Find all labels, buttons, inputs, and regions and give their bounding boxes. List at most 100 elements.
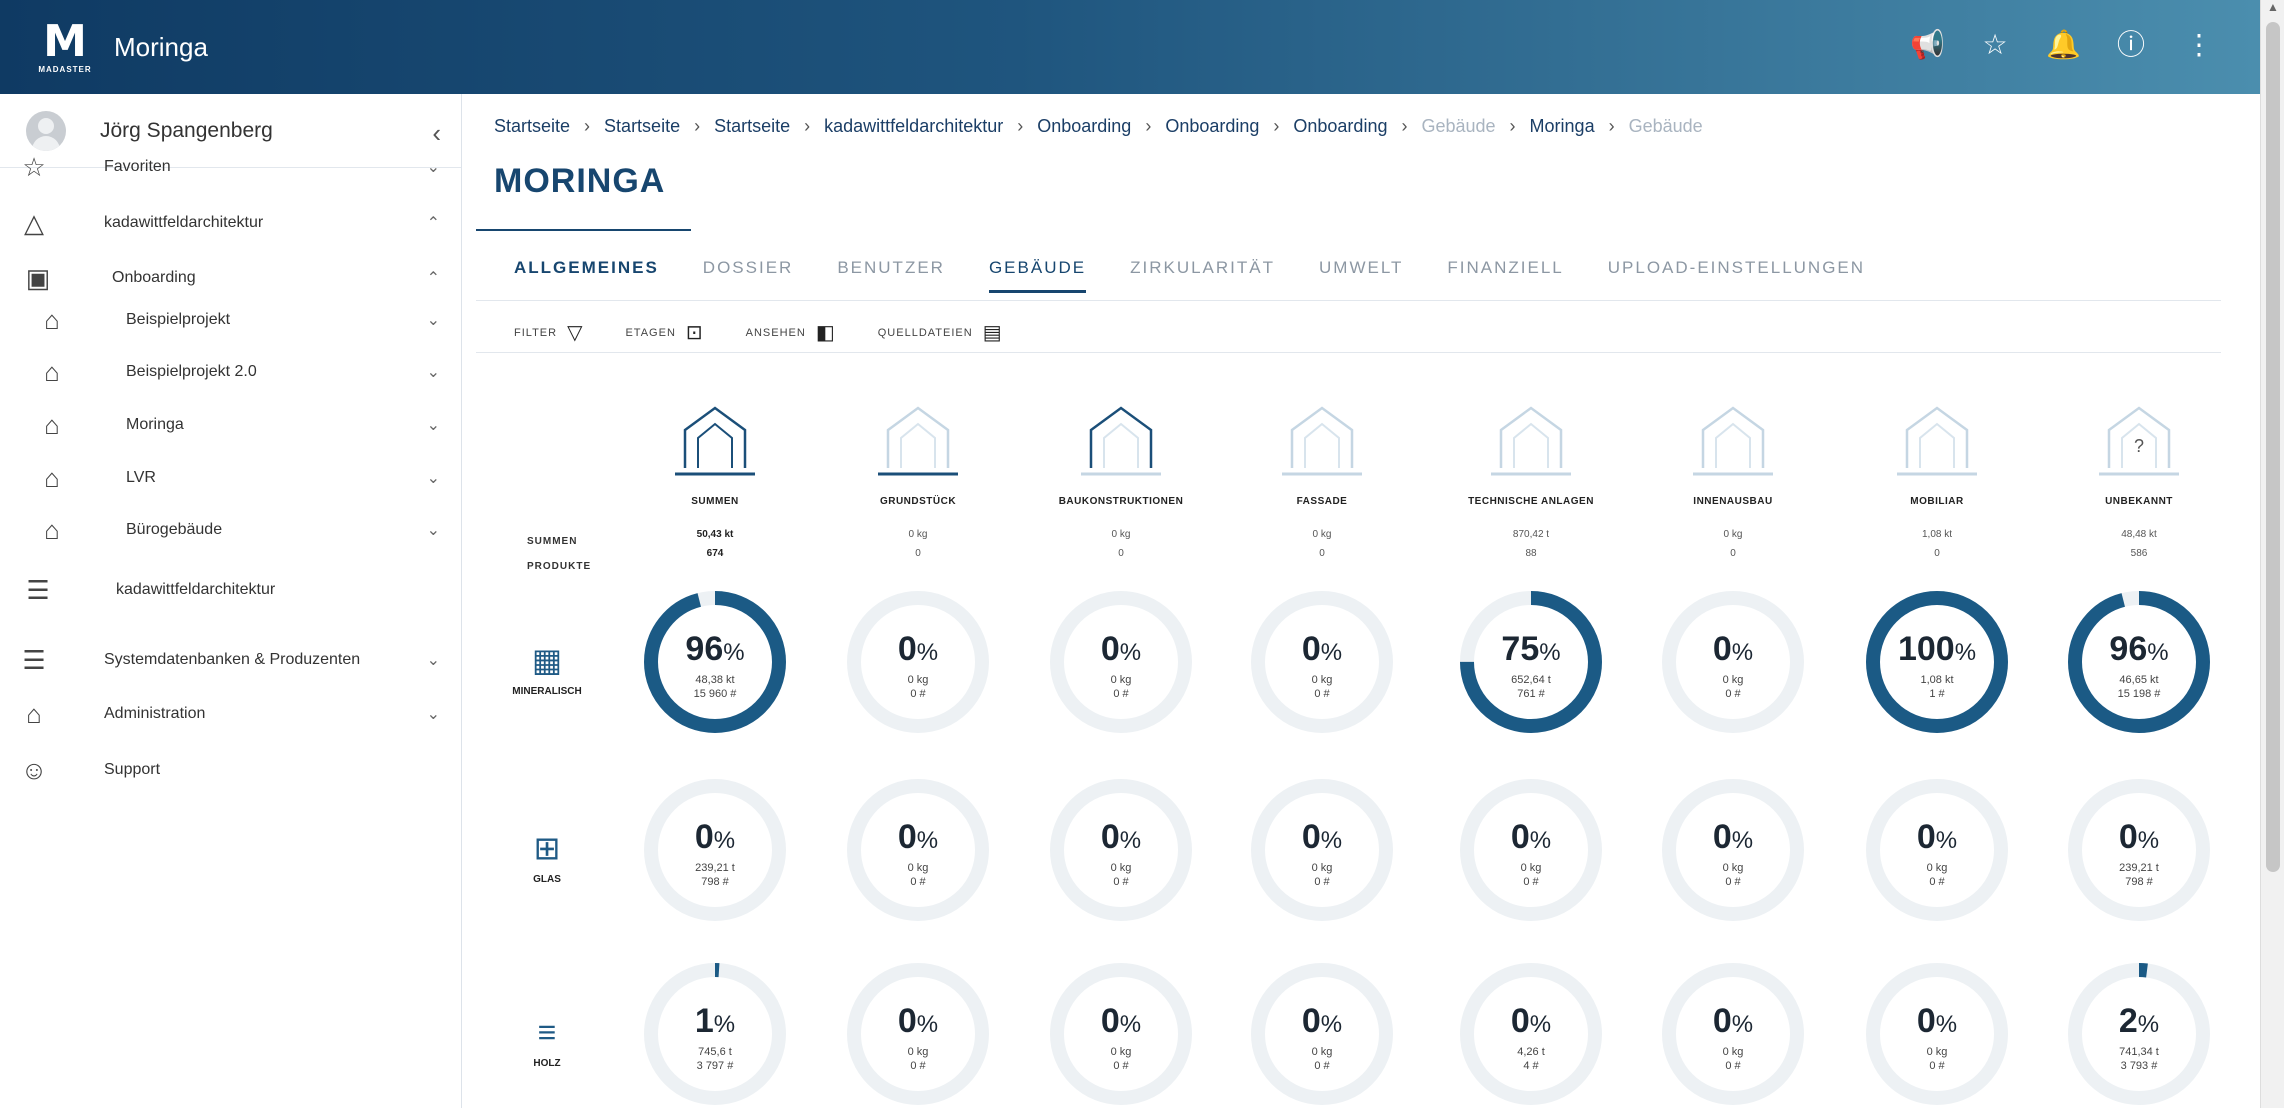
- scroll-thumb[interactable]: [2266, 22, 2280, 872]
- category-column[interactable]: BAUKONSTRUKTIONEN 0 kg 0: [1031, 400, 1211, 559]
- material-ring[interactable]: 0% 0 kg 0 #: [1250, 590, 1394, 734]
- toolbar-button[interactable]: QUELLDATEIEN ▤: [878, 320, 1003, 345]
- breadcrumb-link[interactable]: Onboarding: [1293, 116, 1387, 136]
- chevron-down-icon[interactable]: ⌄: [427, 704, 440, 724]
- breadcrumb-separator-icon: ›: [584, 116, 591, 136]
- material-ring[interactable]: 0% 0 kg 0 #: [1459, 778, 1603, 922]
- ring-weight: 0 kg: [907, 1046, 929, 1058]
- toolbar-button[interactable]: ETAGEN ⊡: [625, 320, 703, 345]
- material-ring[interactable]: 0% 239,21 t 798 #: [643, 778, 787, 922]
- bell-icon[interactable]: 🔔: [2046, 28, 2081, 62]
- sidebar-item[interactable]: △ kadawittfeldarchitektur ⌃: [0, 195, 462, 251]
- material-ring[interactable]: 0% 0 kg 0 #: [1049, 962, 1193, 1106]
- tab-8[interactable]: UPLOAD-EINSTELLUNGEN: [1608, 258, 1865, 293]
- chevron-down-icon[interactable]: ⌄: [427, 650, 440, 670]
- ring-percent: 0%: [1661, 818, 1805, 857]
- material-ring[interactable]: 0% 4,26 t 4 #: [1459, 962, 1603, 1106]
- ring-percent: 0%: [846, 818, 990, 857]
- percent-sign: %: [2137, 1011, 2160, 1038]
- category-products: 0: [1118, 548, 1124, 559]
- ring-weight: 652,64 t: [1511, 674, 1551, 686]
- material-ring[interactable]: 0% 0 kg 0 #: [1250, 778, 1394, 922]
- breadcrumb-link[interactable]: Onboarding: [1165, 116, 1259, 136]
- material-ring[interactable]: 96% 46,65 kt 15 198 #: [2067, 590, 2211, 734]
- toolbar-label: ETAGEN: [625, 326, 676, 339]
- megaphone-icon[interactable]: 📢: [1910, 28, 1945, 62]
- tab-4[interactable]: GEBÄUDE: [988, 258, 1087, 293]
- sidebar-item[interactable]: ⌂ Beispielprojekt ⌄: [0, 292, 462, 348]
- page-scrollbar[interactable]: ▲: [2260, 0, 2284, 1108]
- sidebar-item[interactable]: ⌂ Bürogebäude ⌄: [0, 502, 462, 558]
- breadcrumb-link[interactable]: Moringa: [1530, 116, 1595, 136]
- sidebar-item[interactable]: ⌂ Moringa ⌄: [0, 397, 462, 453]
- sidebar-item[interactable]: ☰ Systemdatenbanken & Produzenten ⌄: [0, 632, 462, 688]
- chevron-down-icon[interactable]: ⌄: [427, 157, 440, 177]
- ring-percent: 0%: [846, 630, 990, 669]
- info-icon[interactable]: ⓘ: [2114, 28, 2148, 62]
- chevron-up-icon[interactable]: ⌃: [427, 213, 440, 233]
- madaster-logo[interactable]: M MADASTER: [34, 16, 96, 78]
- tab-7[interactable]: FINANZIELL: [1447, 258, 1563, 293]
- category-column[interactable]: GRUNDSTÜCK 0 kg 0: [828, 400, 1008, 559]
- chevron-down-icon[interactable]: ⌄: [427, 520, 440, 540]
- sidebar-item[interactable]: ⌂ Beispielprojekt 2.0 ⌄: [0, 344, 462, 400]
- category-column[interactable]: SUMMEN 50,43 kt 674: [625, 400, 805, 559]
- chevron-down-icon[interactable]: ⌄: [427, 468, 440, 488]
- material-ring[interactable]: 0% 0 kg 0 #: [846, 962, 990, 1106]
- category-products: 88: [1525, 548, 1537, 559]
- tab-2[interactable]: DOSSIER: [703, 258, 794, 293]
- category-column[interactable]: MOBILIAR 1,08 kt 0: [1847, 400, 2027, 559]
- tab-5[interactable]: ZIRKULARITÄT: [1130, 258, 1275, 293]
- tab-3[interactable]: BENUTZER: [837, 258, 945, 293]
- chevron-down-icon[interactable]: ⌄: [427, 362, 440, 382]
- more-icon[interactable]: ⋮: [2182, 28, 2216, 62]
- category-column[interactable]: FASSADE 0 kg 0: [1232, 400, 1412, 559]
- material-ring[interactable]: 0% 0 kg 0 #: [1661, 778, 1805, 922]
- toolbar: FILTER ▽ ETAGEN ⊡ ANSEHEN ◧ QUELLDATEIEN ▤: [514, 320, 1045, 345]
- material-ring[interactable]: 0% 0 kg 0 #: [1049, 590, 1193, 734]
- chevron-up-icon[interactable]: ⌃: [427, 268, 440, 288]
- category-name: TECHNISCHE ANLAGEN: [1468, 496, 1594, 507]
- sidebar-item[interactable]: ☰ kadawittfeldarchitektur: [0, 562, 462, 618]
- sidebar-item[interactable]: ⌂ Administration ⌄: [0, 686, 462, 742]
- material-name: HOLZ: [533, 1058, 561, 1069]
- ring-weight: 0 kg: [907, 674, 929, 686]
- material-ring[interactable]: 0% 0 kg 0 #: [846, 778, 990, 922]
- scroll-up-icon[interactable]: ▲: [2261, 0, 2284, 20]
- material-ring[interactable]: 96% 48,38 kt 15 960 #: [643, 590, 787, 734]
- material-ring[interactable]: 0% 0 kg 0 #: [1865, 962, 2009, 1106]
- percent-sign: %: [713, 827, 736, 854]
- material-ring[interactable]: 0% 0 kg 0 #: [1865, 778, 2009, 922]
- sidebar-item[interactable]: ☆ Favoriten ⌄: [0, 139, 462, 195]
- breadcrumb-link[interactable]: Startseite: [494, 116, 570, 136]
- star-icon[interactable]: ☆: [1978, 28, 2012, 62]
- material-ring[interactable]: 0% 0 kg 0 #: [1049, 778, 1193, 922]
- ring-percent: 0%: [846, 1002, 990, 1041]
- chevron-down-icon[interactable]: ⌄: [427, 415, 440, 435]
- material-ring[interactable]: 0% 239,21 t 798 #: [2067, 778, 2211, 922]
- material-ring[interactable]: 0% 0 kg 0 #: [1661, 962, 1805, 1106]
- sidebar-item[interactable]: ☺ Support: [0, 742, 462, 798]
- category-column[interactable]: INNENAUSBAU 0 kg 0: [1643, 400, 1823, 559]
- material-ring[interactable]: 0% 0 kg 0 #: [846, 590, 990, 734]
- material-ring[interactable]: 75% 652,64 t 761 #: [1459, 590, 1603, 734]
- breadcrumb-link[interactable]: Startseite: [714, 116, 790, 136]
- material-ring[interactable]: 0% 0 kg 0 #: [1250, 962, 1394, 1106]
- ring-count: 0 #: [910, 688, 926, 700]
- category-column[interactable]: ? UNBEKANNT 48,48 kt 586: [2049, 400, 2229, 559]
- tab-6[interactable]: UMWELT: [1319, 258, 1403, 293]
- material-ring[interactable]: 2% 741,34 t 3 793 #: [2067, 962, 2211, 1106]
- material-ring[interactable]: 1% 745,6 t 3 797 #: [643, 962, 787, 1106]
- chevron-down-icon[interactable]: ⌄: [427, 310, 440, 330]
- toolbar-button[interactable]: ANSEHEN ◧: [746, 320, 836, 345]
- breadcrumb-link[interactable]: Startseite: [604, 116, 680, 136]
- breadcrumb-link[interactable]: kadawittfeldarchitektur: [824, 116, 1003, 136]
- toolbar-button[interactable]: FILTER ▽: [514, 320, 583, 345]
- breadcrumb-link[interactable]: Onboarding: [1037, 116, 1131, 136]
- material-ring[interactable]: 0% 0 kg 0 #: [1661, 590, 1805, 734]
- category-column[interactable]: TECHNISCHE ANLAGEN 870,42 t 88: [1441, 400, 1621, 559]
- material-ring[interactable]: 100% 1,08 kt 1 #: [1865, 590, 2009, 734]
- ring-percent: 0%: [1250, 1002, 1394, 1041]
- sidebar-item[interactable]: ⌂ LVR ⌄: [0, 450, 462, 506]
- tab-1[interactable]: ALLGEMEINES: [514, 258, 659, 293]
